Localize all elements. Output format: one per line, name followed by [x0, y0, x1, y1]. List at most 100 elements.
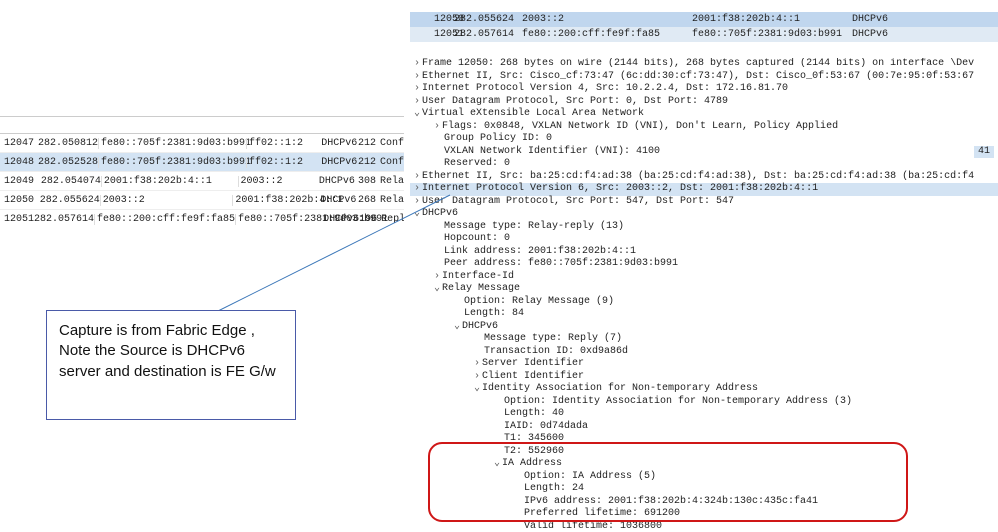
col-src: 2001:f38:202b:4::1: [101, 176, 238, 187]
col-no: 12050: [0, 195, 40, 206]
node-inner-msg[interactable]: Message type: Reply (7): [410, 333, 998, 346]
node-server-id[interactable]: ›Server Identifier: [410, 358, 998, 371]
col-no: 12049: [0, 176, 41, 187]
node-ia-na-t2[interactable]: T2: 552960: [410, 446, 998, 459]
packet-row[interactable]: 12051 282.057614 fe80::200:cff:fe9f:fa85…: [0, 210, 404, 229]
node-inner-tid[interactable]: Transaction ID: 0xd9a86d: [410, 346, 998, 359]
annotation-text: Capture is from Fabric Edge , Note the S…: [59, 322, 276, 380]
chevron-right-icon[interactable]: ›: [432, 271, 442, 284]
chevron-down-icon[interactable]: ⌄: [412, 208, 422, 221]
col-no: 12050: [410, 14, 450, 25]
node-vxlan[interactable]: ⌄Virtual eXtensible Local Area Network: [410, 108, 998, 121]
col-proto: DHCPv6: [321, 138, 357, 149]
node-vxlan-gpid[interactable]: Group Policy ID: 0: [410, 133, 998, 146]
col-src: fe80::200:cff:fe9f:fa85: [94, 214, 235, 225]
packet-row[interactable]: 12050 282.055624 2003::2 2001:f38:202b:4…: [0, 191, 404, 210]
col-proto: DHCPv6: [848, 29, 998, 40]
col-proto: DHCPv6: [321, 157, 357, 168]
packet-row[interactable]: 12051 282.057614 fe80::200:cff:fe9f:fa85…: [410, 27, 998, 42]
col-dst: 2003::2: [238, 176, 319, 187]
col-len: 212: [357, 157, 376, 168]
node-ia-addr-opt[interactable]: Option: IA Address (5): [410, 471, 998, 484]
node-ia-addr[interactable]: ⌄IA Address: [410, 458, 998, 471]
col-dst: ff02::1:2: [246, 138, 321, 149]
node-eth-outer[interactable]: ›Ethernet II, Src: Cisco_cf:73:47 (6c:dd…: [410, 71, 998, 84]
node-eth-inner[interactable]: ›Ethernet II, Src: ba:25:cd:f4:ad:38 (ba…: [410, 171, 998, 184]
col-info: Conf: [376, 157, 404, 168]
node-vxlan-flags[interactable]: ›Flags: 0x0848, VXLAN Network ID (VNI), …: [410, 121, 998, 134]
node-ia-addr-len[interactable]: Length: 24: [410, 483, 998, 496]
node-ia-na-opt[interactable]: Option: Identity Association for Non-tem…: [410, 396, 998, 409]
node-iface-id[interactable]: ›Interface-Id: [410, 271, 998, 284]
chevron-down-icon[interactable]: ⌄: [472, 383, 482, 396]
chevron-right-icon[interactable]: ›: [412, 96, 422, 109]
col-dst: fe80::705f:2381:9d03:b991: [235, 214, 323, 225]
packet-row-selected[interactable]: 12050 282.055624 2003::2 2001:f38:202b:4…: [410, 12, 998, 27]
node-ia-addr-valid[interactable]: Valid lifetime: 1036800: [410, 521, 998, 532]
node-ia-na[interactable]: ⌄Identity Association for Non-temporary …: [410, 383, 998, 396]
col-src: fe80::705f:2381:9d03:b991: [98, 138, 246, 149]
col-time: 282.057614: [450, 29, 518, 40]
chevron-right-icon[interactable]: ›: [472, 358, 482, 371]
col-time: 282.057614: [34, 214, 94, 225]
chevron-right-icon[interactable]: ›: [412, 183, 422, 196]
packet-row[interactable]: 12048 282.052528 fe80::705f:2381:9d03:b9…: [0, 153, 404, 172]
col-time: 282.054074: [41, 176, 101, 187]
node-client-id[interactable]: ›Client Identifier: [410, 371, 998, 384]
node-ia-na-len[interactable]: Length: 40: [410, 408, 998, 421]
chevron-right-icon[interactable]: ›: [412, 171, 422, 184]
node-ipv4[interactable]: ›Internet Protocol Version 4, Src: 10.2.…: [410, 83, 998, 96]
chevron-down-icon[interactable]: ⌄: [492, 458, 502, 471]
node-ia-na-t1[interactable]: T1: 345600: [410, 433, 998, 446]
packet-list-right[interactable]: 12050 282.055624 2003::2 2001:f38:202b:4…: [410, 0, 998, 42]
col-info: Repl: [377, 214, 404, 225]
node-dhcpv6[interactable]: ⌄DHCPv6: [410, 208, 998, 221]
chevron-right-icon[interactable]: ›: [412, 83, 422, 96]
node-ia-na-iaid[interactable]: IAID: 0d74dada: [410, 421, 998, 434]
col-len: 212: [357, 138, 376, 149]
node-peer-addr[interactable]: Peer address: fe80::705f:2381:9d03:b991: [410, 258, 998, 271]
node-ipv6[interactable]: ›Internet Protocol Version 6, Src: 2003:…: [410, 183, 998, 196]
chevron-right-icon[interactable]: ›: [412, 71, 422, 84]
node-udp-outer[interactable]: ›User Datagram Protocol, Src Port: 0, Ds…: [410, 96, 998, 109]
chevron-right-icon[interactable]: ›: [432, 121, 442, 134]
packet-row[interactable]: [410, 0, 998, 12]
chevron-down-icon[interactable]: ⌄: [452, 321, 462, 334]
left-header-divider: [0, 116, 404, 134]
chevron-right-icon[interactable]: ›: [412, 58, 422, 71]
node-ia-addr-pref[interactable]: Preferred lifetime: 691200: [410, 508, 998, 521]
col-time: 282.055624: [450, 14, 518, 25]
node-udp-inner[interactable]: ›User Datagram Protocol, Src Port: 547, …: [410, 196, 998, 209]
node-vxlan-vni[interactable]: VXLAN Network Identifier (VNI): 410041: [410, 146, 998, 159]
packet-row[interactable]: 12047 282.050812 fe80::705f:2381:9d03:b9…: [0, 134, 404, 153]
col-src: 2003::2: [100, 195, 233, 206]
col-proto: DHCPv6: [320, 195, 356, 206]
node-ia-addr-ip[interactable]: IPv6 address: 2001:f38:202b:4:324b:130c:…: [410, 496, 998, 509]
col-no: 12047: [0, 138, 38, 149]
col-len: 196: [359, 214, 377, 225]
node-inner-dhcpv6[interactable]: ⌄DHCPv6: [410, 321, 998, 334]
col-dst: ff02::1:2: [246, 157, 321, 168]
col-len: 268: [356, 195, 376, 206]
col-len: 308: [356, 176, 376, 187]
col-src: fe80::200:cff:fe9f:fa85: [518, 29, 688, 40]
node-hopcount[interactable]: Hopcount: 0: [410, 233, 998, 246]
node-vxlan-res[interactable]: Reserved: 0: [410, 158, 998, 171]
node-relay-opt[interactable]: Option: Relay Message (9): [410, 296, 998, 309]
node-link-addr[interactable]: Link address: 2001:f38:202b:4::1: [410, 246, 998, 259]
node-relay-len[interactable]: Length: 84: [410, 308, 998, 321]
chevron-right-icon[interactable]: ›: [412, 196, 422, 209]
packet-list-left[interactable]: 12047 282.050812 fe80::705f:2381:9d03:b9…: [0, 116, 404, 229]
chevron-right-icon[interactable]: ›: [472, 371, 482, 384]
col-proto: DHCPv6: [848, 14, 998, 25]
node-msg-type[interactable]: Message type: Relay-reply (13): [410, 221, 998, 234]
col-time: 282.050812: [38, 138, 98, 149]
col-no: 12048: [0, 157, 38, 168]
node-relay-msg[interactable]: ⌄Relay Message: [410, 283, 998, 296]
col-src: 2003::2: [518, 14, 688, 25]
node-frame[interactable]: ›Frame 12050: 268 bytes on wire (2144 bi…: [410, 58, 998, 71]
packet-details-tree[interactable]: ›Frame 12050: 268 bytes on wire (2144 bi…: [410, 58, 998, 532]
chevron-down-icon[interactable]: ⌄: [432, 283, 442, 296]
chevron-down-icon[interactable]: ⌄: [412, 108, 422, 121]
packet-row[interactable]: 12049 282.054074 2001:f38:202b:4::1 2003…: [0, 172, 404, 191]
